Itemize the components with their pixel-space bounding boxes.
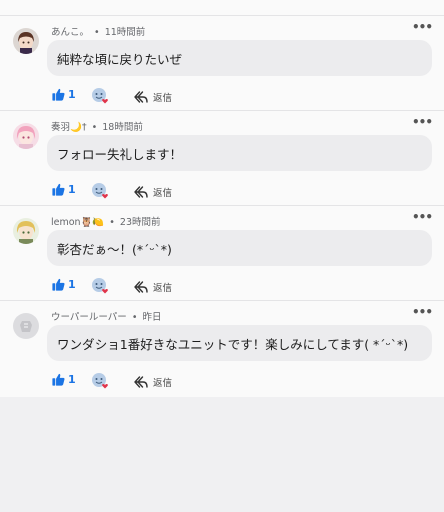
like-count: 1	[68, 183, 76, 196]
comment-text: フォロー失礼します！	[57, 146, 183, 162]
timestamp: 11時間前	[104, 27, 146, 38]
timestamp: 23時間前	[119, 217, 161, 228]
reply-arrow-icon	[134, 186, 148, 198]
avatar[interactable]	[13, 123, 39, 149]
comment-actions: 1 返信	[52, 276, 252, 296]
like-count: 1	[68, 373, 76, 386]
comment-meta: あんこ。 • 11時間前	[51, 24, 145, 38]
user-avatar-blonde-hair-icon	[13, 218, 39, 244]
add-reaction-button[interactable]	[91, 372, 111, 394]
reply-button[interactable]: 返信	[134, 185, 172, 199]
like-button[interactable]: 1	[52, 88, 76, 101]
reply-label: 返信	[153, 378, 173, 389]
comment-bubble: フォロー失礼します！	[47, 135, 432, 171]
comment-bubble: 彰杏だぁ〜！(*´ᵕ`*)	[47, 230, 432, 266]
author-name[interactable]: ウーパールーパー	[51, 312, 127, 323]
like-button[interactable]: 1	[52, 373, 76, 386]
comment-text: 純粋な頃に戻りたいぜ	[57, 51, 183, 67]
ellipsis-icon[interactable]: •••	[412, 20, 433, 34]
comment-meta: lemon🦉🍋 • 23時間前	[51, 214, 161, 228]
comment-bubble: 純粋な頃に戻りたいぜ	[47, 40, 432, 76]
reply-arrow-icon	[134, 91, 148, 103]
reply-button[interactable]: 返信	[134, 280, 172, 294]
reaction-face-heart-icon	[92, 278, 108, 294]
add-reaction-button[interactable]	[91, 182, 111, 204]
meta-separator: •	[109, 217, 115, 228]
avatar[interactable]	[13, 28, 39, 54]
comment-list: あんこ。 • 11時間前 ••• 純粋な頃に戻りたいぜ 1 返信 奏羽🌙† • …	[0, 0, 444, 397]
comment-meta: ウーパールーパー • 昨日	[51, 309, 162, 323]
like-count: 1	[68, 88, 76, 101]
thumbs-up-icon	[52, 183, 65, 196]
add-reaction-button[interactable]	[91, 277, 111, 299]
avatar[interactable]	[13, 313, 39, 339]
ellipsis-icon[interactable]: •••	[412, 115, 433, 129]
comment-actions: 1 返信	[52, 371, 252, 391]
add-reaction-button[interactable]	[91, 87, 111, 109]
like-count: 1	[68, 278, 76, 291]
comment-text: 彰杏だぁ〜！(*´ᵕ`*)	[57, 241, 172, 257]
reaction-face-heart-icon	[92, 88, 108, 104]
top-divider	[0, 0, 444, 16]
author-name[interactable]: lemon🦉🍋	[51, 217, 104, 228]
timestamp: 昨日	[142, 312, 162, 323]
user-avatar-pink-hair-icon	[13, 123, 39, 149]
reply-button[interactable]: 返信	[134, 375, 172, 389]
reply-label: 返信	[153, 188, 173, 199]
meta-separator: •	[91, 122, 98, 133]
like-button[interactable]: 1	[52, 183, 76, 196]
reply-arrow-icon	[134, 376, 148, 388]
reply-arrow-icon	[134, 281, 148, 293]
ellipsis-icon[interactable]: •••	[412, 210, 433, 224]
meta-separator: •	[94, 27, 100, 38]
reply-label: 返信	[153, 93, 173, 104]
comment-item: ウーパールーパー • 昨日 ••• ワンダショ1番好きなユニットです！楽しみにし…	[0, 301, 444, 397]
user-avatar-placeholder-icon	[13, 313, 39, 339]
reply-button[interactable]: 返信	[134, 90, 172, 104]
author-name[interactable]: 奏羽🌙†	[51, 122, 87, 133]
reaction-face-heart-icon	[92, 373, 108, 389]
like-button[interactable]: 1	[52, 278, 76, 291]
user-avatar-brown-hair-icon	[13, 28, 39, 54]
comment-item: あんこ。 • 11時間前 ••• 純粋な頃に戻りたいぜ 1 返信	[0, 16, 444, 111]
ellipsis-icon[interactable]: •••	[412, 305, 433, 319]
comment-meta: 奏羽🌙† • 18時間前	[51, 119, 143, 133]
thumbs-up-icon	[52, 88, 65, 101]
empty-background	[0, 398, 444, 512]
reaction-face-heart-icon	[92, 183, 108, 199]
author-name[interactable]: あんこ。	[51, 27, 89, 38]
avatar[interactable]	[13, 218, 39, 244]
comment-actions: 1 返信	[52, 86, 252, 106]
timestamp: 18時間前	[102, 122, 143, 133]
reply-label: 返信	[153, 283, 173, 294]
comment-item: lemon🦉🍋 • 23時間前 ••• 彰杏だぁ〜！(*´ᵕ`*) 1 返信	[0, 206, 444, 301]
comment-bubble: ワンダショ1番好きなユニットです！楽しみにしてます( *´ᵕ`*)	[47, 325, 432, 361]
meta-separator: •	[131, 312, 138, 323]
comment-actions: 1 返信	[52, 181, 252, 201]
comment-text: ワンダショ1番好きなユニットです！楽しみにしてます( *´ᵕ`*)	[57, 336, 409, 352]
thumbs-up-icon	[52, 373, 65, 386]
thumbs-up-icon	[52, 278, 65, 291]
comment-item: 奏羽🌙† • 18時間前 ••• フォロー失礼します！ 1 返信	[0, 111, 444, 206]
